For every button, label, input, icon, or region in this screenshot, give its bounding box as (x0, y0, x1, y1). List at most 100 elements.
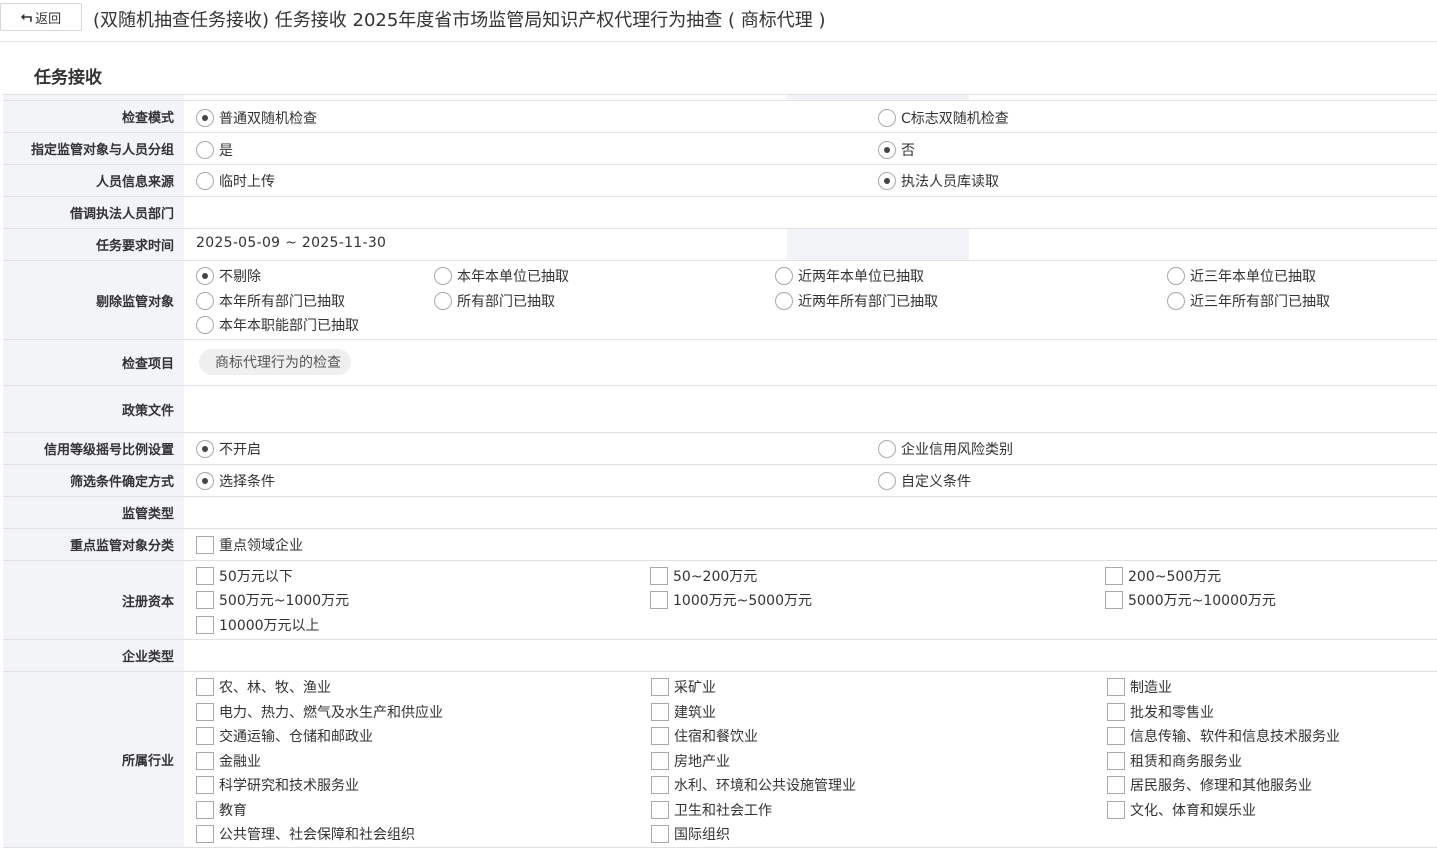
industry-option-18[interactable]: 文化、体育和娱乐业 (1107, 800, 1256, 820)
checkbox-icon[interactable] (196, 801, 214, 819)
checkbox-icon[interactable] (196, 591, 214, 609)
checkbox-icon[interactable] (1107, 776, 1125, 794)
capital-option-4[interactable]: 500万元~1000万元 (196, 590, 349, 610)
radio-icon[interactable] (196, 316, 214, 334)
exclude-option-this-year-function[interactable]: 本年本职能部门已抽取 (196, 315, 359, 335)
capital-option-6[interactable]: 5000万元~10000万元 (1105, 590, 1276, 610)
industry-option-14[interactable]: 水利、环境和公共设施管理业 (651, 775, 856, 795)
radio-icon[interactable] (196, 109, 214, 127)
filter-mode-option-custom[interactable]: 自定义条件 (878, 471, 971, 491)
industry-option-16[interactable]: 教育 (196, 800, 247, 820)
credit-ratio-option-risk[interactable]: 企业信用风险类别 (878, 439, 1013, 459)
checkbox-icon[interactable] (196, 752, 214, 770)
industry-option-9[interactable]: 信息传输、软件和信息技术服务业 (1107, 726, 1340, 746)
radio-icon[interactable] (878, 141, 896, 159)
checkbox-icon[interactable] (196, 567, 214, 585)
radio-icon[interactable] (196, 440, 214, 458)
checkbox-icon[interactable] (196, 703, 214, 721)
checkbox-icon[interactable] (196, 678, 214, 696)
industry-option-17[interactable]: 卫生和社会工作 (651, 800, 772, 820)
checkbox-icon[interactable] (651, 801, 669, 819)
row-assign-group: 指定监管对象与人员分组 是 否 (3, 133, 1437, 165)
exclude-option-this-year-all[interactable]: 本年所有部门已抽取 (196, 291, 345, 311)
checkbox-icon[interactable] (651, 727, 669, 745)
radio-icon[interactable] (196, 472, 214, 490)
checkbox-icon[interactable] (196, 825, 214, 843)
radio-icon[interactable] (196, 292, 214, 310)
exclude-option-three-years-unit[interactable]: 近三年本单位已抽取 (1167, 266, 1316, 286)
radio-icon[interactable] (878, 440, 896, 458)
radio-icon[interactable] (196, 172, 214, 190)
checkbox-icon[interactable] (1107, 703, 1125, 721)
industry-option-2[interactable]: 采矿业 (651, 677, 716, 697)
radio-icon[interactable] (1167, 292, 1185, 310)
checkbox-icon[interactable] (196, 727, 214, 745)
credit-ratio-option-off[interactable]: 不开启 (196, 439, 261, 459)
industry-option-11[interactable]: 房地产业 (651, 751, 730, 771)
back-button[interactable]: ⮢ 返回 (0, 3, 82, 31)
checkbox-icon[interactable] (651, 752, 669, 770)
industry-option-5[interactable]: 建筑业 (651, 702, 716, 722)
exclude-option-two-years-unit[interactable]: 近两年本单位已抽取 (775, 266, 924, 286)
industry-option-20[interactable]: 国际组织 (651, 824, 730, 844)
capital-option-1[interactable]: 50万元以下 (196, 566, 293, 586)
exclude-option-all-depts[interactable]: 所有部门已抽取 (434, 291, 555, 311)
assign-group-option-no[interactable]: 否 (878, 140, 915, 160)
checkbox-icon[interactable] (651, 703, 669, 721)
check-mode-option-normal[interactable]: 普通双随机检查 (196, 108, 317, 128)
checkbox-icon[interactable] (1105, 567, 1123, 585)
exclude-option-this-year-unit[interactable]: 本年本单位已抽取 (434, 266, 569, 286)
checkbox-icon[interactable] (650, 567, 668, 585)
radio-icon[interactable] (434, 292, 452, 310)
radio-icon[interactable] (196, 141, 214, 159)
capital-option-3[interactable]: 200~500万元 (1105, 566, 1221, 586)
radio-icon[interactable] (434, 267, 452, 285)
industry-option-6[interactable]: 批发和零售业 (1107, 702, 1214, 722)
checkbox-icon[interactable] (196, 616, 214, 634)
radio-icon[interactable] (878, 472, 896, 490)
checkbox-icon[interactable] (650, 591, 668, 609)
capital-option-7[interactable]: 10000万元以上 (196, 615, 320, 635)
industry-option-12[interactable]: 租赁和商务服务业 (1107, 751, 1242, 771)
check-items-label: 检查项目 (3, 340, 184, 385)
check-mode-label: 检查模式 (3, 101, 184, 132)
borrowed-dept-label: 借调执法人员部门 (3, 197, 184, 228)
exclude-option-none[interactable]: 不剔除 (196, 266, 261, 286)
radio-icon[interactable] (196, 267, 214, 285)
filter-mode-option-select[interactable]: 选择条件 (196, 471, 275, 491)
industry-option-15[interactable]: 居民服务、修理和其他服务业 (1107, 775, 1312, 795)
radio-icon[interactable] (775, 292, 793, 310)
industry-option-8[interactable]: 住宿和餐饮业 (651, 726, 758, 746)
industry-option-13[interactable]: 科学研究和技术服务业 (196, 775, 359, 795)
capital-option-2[interactable]: 50~200万元 (650, 566, 757, 586)
checkbox-icon[interactable] (1107, 801, 1125, 819)
checkbox-icon[interactable] (1107, 752, 1125, 770)
industry-option-3[interactable]: 制造业 (1107, 677, 1172, 697)
checkbox-icon[interactable] (651, 776, 669, 794)
exclude-option-three-years-all[interactable]: 近三年所有部门已抽取 (1167, 291, 1330, 311)
personnel-source-option-upload[interactable]: 临时上传 (196, 171, 275, 191)
checkbox-icon[interactable] (196, 776, 214, 794)
checkbox-icon[interactable] (196, 536, 214, 554)
industry-option-10[interactable]: 金融业 (196, 751, 261, 771)
industry-option-7[interactable]: 交通运输、仓储和邮政业 (196, 726, 373, 746)
radio-icon[interactable] (775, 267, 793, 285)
checkbox-icon[interactable] (651, 825, 669, 843)
capital-option-5[interactable]: 1000万元~5000万元 (650, 590, 812, 610)
checkbox-icon[interactable] (651, 678, 669, 696)
personnel-source-option-db[interactable]: 执法人员库读取 (878, 171, 999, 191)
checkbox-icon[interactable] (1107, 727, 1125, 745)
checkbox-icon[interactable] (1107, 678, 1125, 696)
radio-icon[interactable] (1167, 267, 1185, 285)
radio-icon[interactable] (878, 109, 896, 127)
exclude-option-two-years-all[interactable]: 近两年所有部门已抽取 (775, 291, 938, 311)
assign-group-option-yes[interactable]: 是 (196, 140, 233, 160)
industry-option-19[interactable]: 公共管理、社会保障和社会组织 (196, 824, 415, 844)
industry-option-4[interactable]: 电力、热力、燃气及水生产和供应业 (196, 702, 443, 722)
key-objects-option-key-field[interactable]: 重点领域企业 (196, 535, 303, 555)
checkbox-icon[interactable] (1105, 591, 1123, 609)
personnel-source-label: 人员信息来源 (3, 165, 184, 196)
check-mode-option-c[interactable]: C标志双随机检查 (878, 108, 1009, 128)
industry-option-1[interactable]: 农、林、牧、渔业 (196, 677, 331, 697)
radio-icon[interactable] (878, 172, 896, 190)
